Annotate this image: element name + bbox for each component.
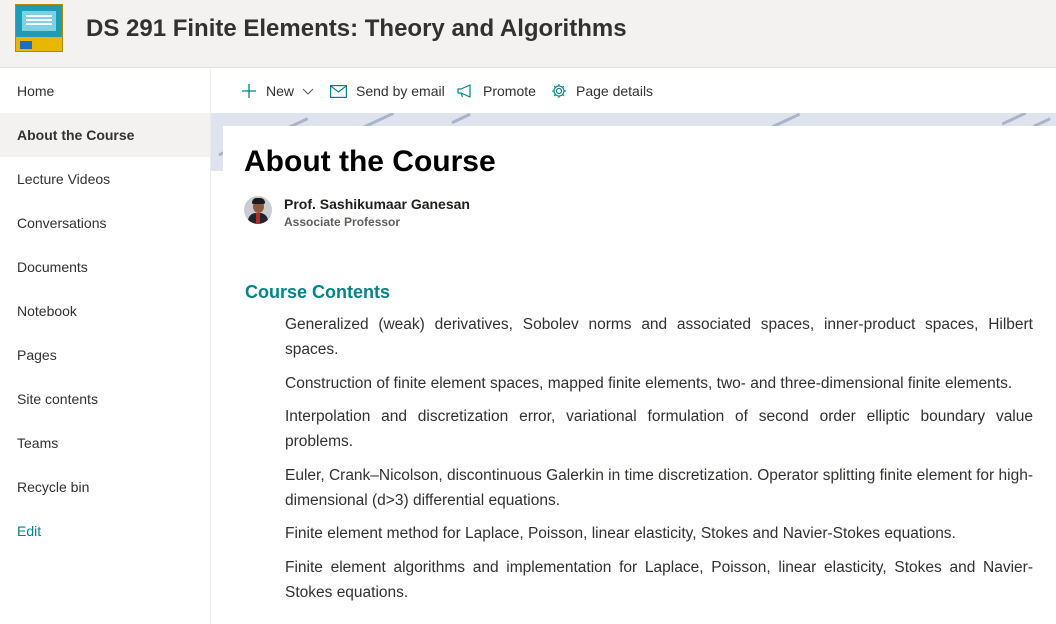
nav-item-home[interactable]: Home [0, 69, 210, 113]
course-contents-heading: Course Contents [245, 282, 391, 302]
site-title[interactable]: DS 291 Finite Elements: Theory and Algor… [86, 14, 627, 44]
plus-icon [241, 83, 257, 99]
send-by-email-label: Send by email [356, 83, 445, 99]
megaphone-icon [457, 84, 474, 98]
book-cover-icon[interactable] [15, 4, 63, 52]
new-button-label: New [266, 83, 295, 99]
nav-item-notebook[interactable]: Notebook [0, 289, 210, 333]
list-item: Interpolation and discretization error, … [285, 408, 1033, 450]
gear-icon [551, 83, 567, 99]
list-item: Construction of finite element spaces, m… [285, 374, 1013, 392]
nav-item-about-the-course[interactable]: About the Course [0, 113, 210, 157]
nav-item-teams[interactable]: Teams [0, 421, 210, 465]
author-name[interactable]: Prof. Sashikumaar Ganesan [284, 195, 470, 213]
course-contents-list: Generalized (weak) derivatives, Sobolev … [285, 312, 1033, 613]
list-item: Finite element method for Laplace, Poiss… [285, 525, 956, 542]
page-details-label: Page details [576, 83, 654, 99]
list-item: Finite element algorithms and implementa… [285, 558, 1033, 601]
list-item: Euler, Crank–Nicolson, discontinuous Gal… [285, 466, 1033, 509]
page-title: About the Course [244, 145, 496, 178]
page-details-button[interactable]: Page details [551, 69, 653, 113]
nav-edit-link[interactable]: Edit [0, 509, 210, 553]
nav-item-lecture-videos[interactable]: Lecture Videos [0, 157, 210, 201]
new-button[interactable]: New [241, 69, 314, 113]
mail-icon [330, 84, 347, 98]
promote-label: Promote [483, 83, 536, 99]
send-by-email-button[interactable]: Send by email [330, 69, 445, 113]
site-header: DS 291 Finite Elements: Theory and Algor… [0, 0, 1056, 68]
left-navigation: Home About the Course Lecture Videos Con… [0, 69, 211, 624]
author-role: Associate Professor [284, 215, 401, 229]
list-item: Generalized (weak) derivatives, Sobolev … [285, 316, 1033, 358]
author-avatar[interactable] [244, 196, 272, 224]
promote-button[interactable]: Promote [457, 69, 536, 113]
nav-item-documents[interactable]: Documents [0, 245, 210, 289]
nav-item-pages[interactable]: Pages [0, 333, 210, 377]
nav-item-recycle-bin[interactable]: Recycle bin [0, 465, 210, 509]
chevron-down-icon [302, 85, 314, 97]
nav-item-site-contents[interactable]: Site contents [0, 377, 210, 421]
command-bar: New Send by email Promote Page details [211, 69, 1056, 113]
nav-item-conversations[interactable]: Conversations [0, 201, 210, 245]
